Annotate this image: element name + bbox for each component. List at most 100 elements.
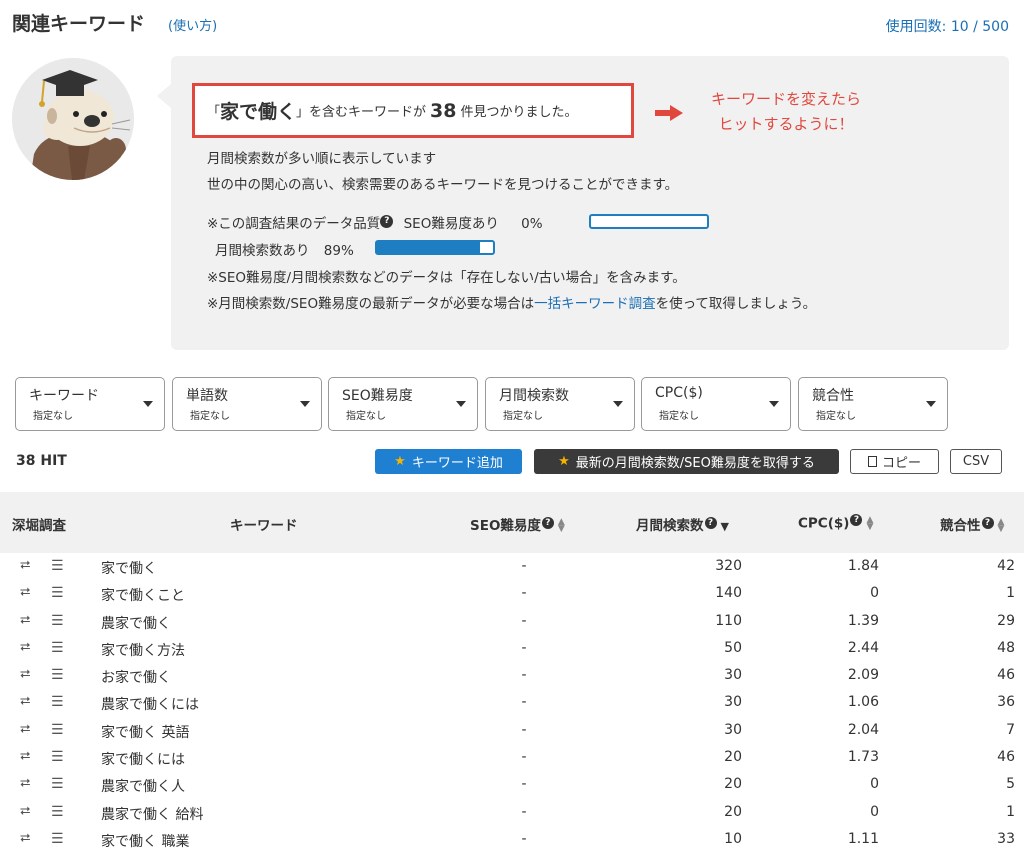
dig-deeper-icon[interactable]: ⮂ [20, 831, 30, 846]
table-row: ⮂ ☰ 農家で働く 給料 -20 0 1 [0, 800, 1024, 827]
column-header-competition[interactable]: 競合性? ▲ ▼ [940, 514, 1004, 534]
dig-deeper-icon[interactable]: ⮂ [20, 667, 30, 682]
row-actions: ⮂ ☰ [20, 776, 70, 794]
column-header-volume-label: 月間検索数 [636, 518, 704, 534]
note-2: ※月間検索数/SEO難易度の最新データが必要な場合は一括キーワード調査を使って取… [207, 292, 816, 312]
column-header-seo[interactable]: SEO難易度? ▲ ▼ [470, 514, 565, 534]
filter-value: 指定なし [346, 411, 386, 422]
result-count: 38 [430, 99, 457, 122]
note-2-suffix: を使って取得しましょう。 [655, 296, 817, 312]
menu-icon[interactable]: ☰ [51, 613, 64, 629]
quality-row-seo: ※この調査結果のデータ品質? SEO難易度あり 0% [207, 212, 543, 232]
table-row: ⮂ ☰ 農家で働く -110 1.39 29 [0, 609, 1024, 636]
sort-icon[interactable]: ▲ ▼ [866, 515, 873, 531]
menu-icon[interactable]: ☰ [51, 667, 64, 683]
cell-competition: 7 [1006, 721, 1015, 738]
add-keyword-button[interactable]: ★ キーワード追加 [375, 449, 522, 474]
cell-seo-difficulty: - [521, 721, 527, 738]
dig-deeper-icon[interactable]: ⮂ [20, 585, 30, 600]
dig-deeper-icon[interactable]: ⮂ [20, 558, 30, 573]
dig-deeper-icon[interactable]: ⮂ [20, 613, 30, 628]
cell-cpc: 1.39 [847, 612, 879, 629]
volume-quality-bar [375, 240, 495, 255]
column-header-keyword[interactable]: キーワード [230, 514, 298, 534]
menu-icon[interactable]: ☰ [51, 722, 64, 738]
cell-seo-difficulty: - [521, 639, 527, 656]
help-icon[interactable]: ? [850, 514, 863, 526]
column-header-cpc[interactable]: CPC($)? ▲ ▼ [798, 514, 873, 532]
table-row: ⮂ ☰ 農家で働くには -30 1.06 36 [0, 690, 1024, 717]
row-actions: ⮂ ☰ [20, 640, 70, 658]
howto-link[interactable]: (使い方) [168, 15, 217, 34]
cell-monthly-volume: 20 [724, 803, 742, 820]
result-suffix-text: 件見つかりました。 [460, 105, 578, 120]
filter-cpc[interactable]: CPC($) 指定なし [641, 377, 791, 431]
cell-keyword[interactable]: お家で働く [101, 667, 171, 687]
table-row: ⮂ ☰ 家で働く 職業 -10 1.11 33 [0, 827, 1024, 854]
filter-label: CPC($) [655, 385, 703, 401]
dig-deeper-icon[interactable]: ⮂ [20, 640, 30, 655]
cell-competition: 33 [997, 830, 1015, 847]
seo-quality-percent: 0% [521, 216, 543, 232]
filter-keyword[interactable]: キーワード 指定なし [15, 377, 165, 431]
filter-word-count[interactable]: 単語数 指定なし [172, 377, 322, 431]
fetch-latest-data-button[interactable]: ★ 最新の月間検索数/SEO難易度を取得する [534, 449, 839, 474]
dig-deeper-icon[interactable]: ⮂ [20, 722, 30, 737]
menu-icon[interactable]: ☰ [51, 776, 64, 792]
column-header-dig: 深堀調査 [12, 518, 66, 534]
menu-icon[interactable]: ☰ [51, 558, 64, 574]
menu-icon[interactable]: ☰ [51, 749, 64, 765]
filter-label: 月間検索数 [499, 388, 569, 404]
dig-deeper-icon[interactable]: ⮂ [20, 776, 30, 791]
filter-competition[interactable]: 競合性 指定なし [798, 377, 948, 431]
filter-label: 競合性 [812, 388, 854, 404]
cell-keyword[interactable]: 農家で働くには [101, 694, 199, 714]
help-icon[interactable]: ? [981, 516, 994, 529]
cell-keyword[interactable]: 家で働くには [101, 749, 185, 769]
dig-deeper-icon[interactable]: ⮂ [20, 804, 30, 819]
csv-button[interactable]: CSV [950, 449, 1002, 474]
column-header-seo-label: SEO難易度 [470, 518, 541, 534]
help-icon[interactable]: ? [704, 516, 717, 529]
cell-keyword[interactable]: 農家で働く人 [101, 776, 185, 796]
filter-seo-difficulty[interactable]: SEO難易度 指定なし [328, 377, 478, 431]
help-icon[interactable]: ? [541, 516, 554, 529]
row-actions: ⮂ ☰ [20, 804, 70, 822]
sort-icon[interactable]: ▲ ▼ [558, 518, 565, 534]
cell-keyword[interactable]: 家で働く 職業 [101, 831, 189, 851]
caret-down-icon [300, 401, 310, 407]
filter-monthly-volume[interactable]: 月間検索数 指定なし [485, 377, 635, 431]
filter-value: 指定なし [659, 411, 699, 422]
column-header-cpc-label: CPC($) [798, 515, 850, 532]
cell-competition: 29 [997, 612, 1015, 629]
sort-icon[interactable]: ▲ ▼ [998, 518, 1005, 534]
dig-deeper-icon[interactable]: ⮂ [20, 694, 30, 709]
caret-down-icon [456, 401, 466, 407]
filter-value: 指定なし [190, 411, 230, 422]
cell-keyword[interactable]: 農家で働く 給料 [101, 804, 203, 824]
cell-keyword[interactable]: 家で働くこと [101, 585, 185, 605]
column-header-volume[interactable]: 月間検索数? ▼ [636, 514, 729, 534]
sort-desc-icon[interactable]: ▼ [721, 521, 729, 532]
menu-icon[interactable]: ☰ [51, 585, 64, 601]
cell-keyword[interactable]: 家で働く 英語 [101, 722, 189, 742]
page-title: 関連キーワード [12, 13, 146, 35]
bulk-keyword-research-link[interactable]: 一括キーワード調査 [534, 296, 656, 312]
cell-keyword[interactable]: 家で働く方法 [101, 640, 185, 660]
help-icon[interactable]: ? [380, 214, 394, 228]
cell-keyword[interactable]: 農家で働く [101, 613, 171, 633]
menu-icon[interactable]: ☰ [51, 831, 64, 847]
filter-bar: キーワード 指定なし 単語数 指定なし SEO難易度 指定なし 月間検索数 指定… [15, 377, 955, 431]
cell-keyword[interactable]: 家で働く [101, 558, 157, 578]
dig-deeper-icon[interactable]: ⮂ [20, 749, 30, 764]
annotation-line-2: ヒットするように！ [718, 115, 854, 133]
menu-icon[interactable]: ☰ [51, 804, 64, 820]
cell-monthly-volume: 20 [724, 776, 742, 793]
menu-icon[interactable]: ☰ [51, 640, 64, 656]
caret-down-icon [143, 401, 153, 407]
filter-value: 指定なし [503, 411, 543, 422]
copy-button[interactable]: コピー [850, 449, 939, 474]
result-middle-text: 」を含むキーワードが [296, 105, 427, 120]
menu-icon[interactable]: ☰ [51, 694, 64, 710]
cell-competition: 1 [1006, 803, 1015, 820]
